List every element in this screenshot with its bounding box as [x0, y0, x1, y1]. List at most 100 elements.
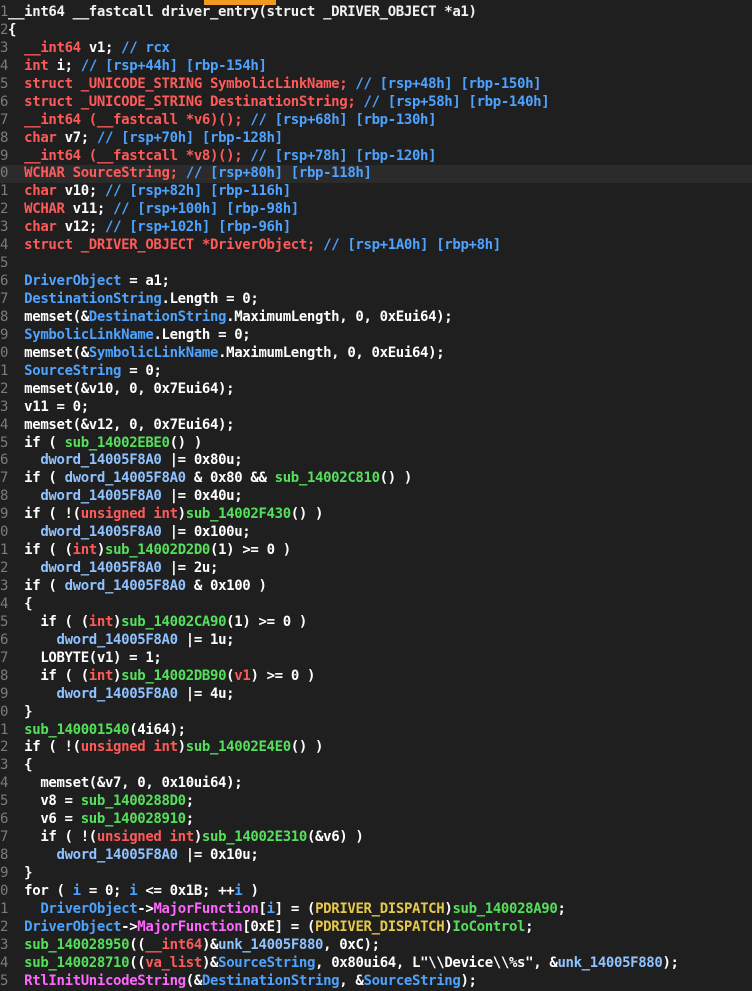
code-text: struct _DRIVER_OBJECT *DriverObject; // …: [8, 237, 501, 255]
code-token: SymbolicLinkName: [24, 326, 154, 343]
line-number: 4: [0, 595, 8, 612]
code-line[interactable]: 1 SourceString = 0;: [0, 363, 752, 381]
code-line[interactable]: 3 __int64 v1; // rcx: [0, 40, 752, 58]
line-number: 5: [0, 613, 8, 630]
code-token: if (: [8, 578, 65, 594]
code-token: v1;: [80, 39, 122, 56]
code-token: dword_14005F8A0: [56, 631, 178, 648]
code-token: () ): [379, 470, 413, 487]
code-text: DriverObject->MajorFunction[i] = (PDRIVE…: [8, 901, 566, 919]
code-line[interactable]: 7 DestinationString.Length = 0;: [0, 291, 752, 309]
code-line[interactable]: 9 __int64 (__fastcall *v8)(); // [rsp+78…: [0, 148, 752, 166]
code-token: sub_14002EBE0: [64, 434, 170, 451]
code-line[interactable]: 9 dword_14005F8A0 |= 4u;: [0, 686, 752, 704]
code-line[interactable]: 0 dword_14005F8A0 |= 0x100u;: [0, 524, 752, 542]
code-line[interactable]: 5 struct _UNICODE_STRING SymbolicLinkNam…: [0, 76, 752, 94]
code-view[interactable]: 1 __int64 __fastcall driver_entry(struct …: [0, 4, 752, 991]
code-text: struct _UNICODE_STRING DestinationString…: [8, 94, 549, 112]
code-token: // [rsp+70h] [rbp-128h]: [96, 129, 283, 146]
code-line[interactable]: 3 {: [0, 757, 752, 775]
code-line[interactable]: 1 sub_140001540(4i64);: [0, 722, 752, 740]
code-line[interactable]: 9 SymbolicLinkName.Length = 0;: [0, 327, 752, 345]
code-line[interactable]: 0 WCHAR SourceString; // [rsp+80h] [rbp-…: [0, 165, 752, 184]
code-text: RtlInitUnicodeString(&DestinationString,…: [8, 973, 477, 991]
code-line[interactable]: 5 if ( sub_14002EBE0() ): [0, 435, 752, 453]
code-token: v7;: [56, 129, 97, 146]
code-token: & 0x80 &&: [185, 470, 275, 487]
code-line[interactable]: 9 }: [0, 865, 752, 883]
pseudocode-editor[interactable]: 1 __int64 __fastcall driver_entry(struct …: [0, 0, 752, 991]
code-text: sub_140001540(4i64);: [8, 722, 186, 740]
code-line[interactable]: 6 dword_14005F8A0 |= 1u;: [0, 632, 752, 650]
code-token: () ): [290, 739, 324, 756]
code-line[interactable]: 1 if ( (int)sub_14002D2D0(1) >= 0 ): [0, 542, 752, 560]
code-token: (&: [185, 972, 203, 989]
code-line[interactable]: 2 if ( !(unsigned int)sub_14002E4E0() ): [0, 739, 752, 757]
code-line[interactable]: 6 v6 = sub_140028910;: [0, 811, 752, 829]
code-token: sub_14002D2D0: [104, 542, 211, 559]
code-line[interactable]: 4 {: [0, 596, 752, 614]
code-text: sub_140028710((va_list)&SourceString, 0x…: [8, 955, 679, 973]
code-line[interactable]: 3 v11 = 0;: [0, 399, 752, 417]
code-line[interactable]: 8 memset(&DestinationString.MaximumLengt…: [0, 309, 752, 327]
code-token: , &: [339, 972, 364, 989]
line-number: 5: [0, 793, 8, 810]
code-token: .Length = 0;: [153, 326, 251, 343]
code-token: sub_140028A90: [452, 900, 558, 917]
code-line[interactable]: 5 v8 = sub_1400288D0;: [0, 793, 752, 811]
code-token: )&: [201, 954, 219, 971]
code-token: }: [8, 703, 33, 720]
code-line[interactable]: 2 memset(&v10, 0, 0x7Eui64);: [0, 381, 752, 399]
code-line[interactable]: 7 LOBYTE(v1) = 1;: [0, 650, 752, 668]
code-line[interactable]: 2 DriverObject->MajorFunction[0xE] = (PD…: [0, 919, 752, 937]
code-line[interactable]: 6 struct _UNICODE_STRING DestinationStri…: [0, 94, 752, 112]
code-line[interactable]: 8 char v7; // [rsp+70h] [rbp-128h]: [0, 130, 752, 148]
code-text: SourceString = 0;: [8, 363, 162, 381]
code-line[interactable]: 0 }: [0, 704, 752, 722]
code-line[interactable]: 0 for ( i = 0; i <= 0x1B; ++i ): [0, 883, 752, 901]
code-token: va_list: [145, 954, 202, 971]
code-line[interactable]: 5 if ( (int)sub_14002CA90(1) >= 0 ): [0, 614, 752, 632]
code-line[interactable]: 2 dword_14005F8A0 |= 2u;: [0, 560, 752, 578]
code-text: if ( !(unsigned int)sub_14002F430() ): [8, 506, 323, 524]
code-line[interactable]: 8 dword_14005F8A0 |= 0x40u;: [0, 488, 752, 506]
code-line[interactable]: 2 WCHAR v11; // [rsp+100h] [rbp-98h]: [0, 201, 752, 219]
code-line[interactable]: 6 DriverObject = a1;: [0, 273, 752, 291]
code-text: WCHAR SourceString; // [rsp+80h] [rbp-11…: [8, 165, 372, 183]
code-line[interactable]: 2{: [0, 22, 752, 40]
code-line[interactable]: 7 if ( !(unsigned int)sub_14002E310(&v6)…: [0, 829, 752, 847]
code-line[interactable]: 3 if ( dword_14005F8A0 & 0x100 ): [0, 578, 752, 596]
code-text: dword_14005F8A0 |= 1u;: [8, 632, 234, 650]
code-token: );: [662, 954, 679, 971]
code-token: DestinationString: [201, 972, 340, 989]
code-token: __int64: [145, 936, 202, 953]
code-line[interactable]: 4 sub_140028710((va_list)&SourceString, …: [0, 955, 752, 973]
code-line[interactable]: 9 if ( !(unsigned int)sub_14002F430() ): [0, 506, 752, 524]
code-line[interactable]: 0 memset(&SymbolicLinkName.MaximumLength…: [0, 345, 752, 363]
code-line[interactable]: 7 __int64 (__fastcall *v6)(); // [rsp+68…: [0, 112, 752, 130]
line-number: 7: [0, 111, 8, 128]
code-line[interactable]: 1 char v10; // [rsp+82h] [rbp-116h]: [0, 183, 752, 201]
code-line[interactable]: 6 dword_14005F8A0 |= 0x80u;: [0, 452, 752, 470]
code-line[interactable]: 5: [0, 255, 752, 273]
code-line[interactable]: 8 if ( (int)sub_14002DB90(v1) >= 0 ): [0, 668, 752, 686]
code-line[interactable]: 5 RtlInitUnicodeString(&DestinationStrin…: [0, 973, 752, 991]
code-line[interactable]: 3 char v12; // [rsp+102h] [rbp-96h]: [0, 219, 752, 237]
code-line[interactable]: 4 memset(&v7, 0, 0x10ui64);: [0, 775, 752, 793]
line-number: 2: [0, 380, 8, 397]
code-token: ->: [121, 918, 138, 935]
code-line[interactable]: 1 __int64 __fastcall driver_entry(struct …: [0, 4, 752, 22]
code-line[interactable]: 8 dword_14005F8A0 |= 0x10u;: [0, 847, 752, 865]
code-line[interactable]: 4 int i; // [rsp+44h] [rbp-154h]: [0, 58, 752, 76]
code-token: if ( !(: [8, 739, 81, 756]
code-text: if ( (int)sub_14002CA90(1) >= 0 ): [8, 614, 307, 632]
code-token: SourceString: [24, 362, 122, 379]
code-text: SymbolicLinkName.Length = 0;: [8, 326, 251, 345]
code-line[interactable]: 1 DriverObject->MajorFunction[i] = (PDRI…: [0, 901, 752, 919]
code-line[interactable]: 3 sub_140028950((__int64)&unk_14005F880,…: [0, 937, 752, 955]
code-line[interactable]: 7 if ( dword_14005F8A0 & 0x80 && sub_140…: [0, 470, 752, 488]
code-token: |= 0x40u;: [161, 488, 243, 505]
code-token: sub_14002E310: [201, 829, 307, 846]
code-line[interactable]: 4 struct _DRIVER_OBJECT *DriverObject; /…: [0, 237, 752, 255]
code-line[interactable]: 4 memset(&v12, 0, 0x7Eui64);: [0, 417, 752, 435]
